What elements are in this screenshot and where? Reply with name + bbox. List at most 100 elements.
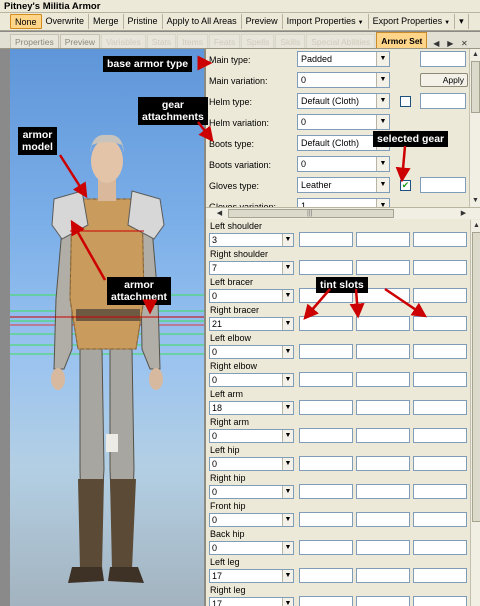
attachment-select[interactable]: 21 ▼	[209, 317, 294, 331]
arrow-up-icon[interactable]: ▲	[470, 49, 480, 60]
tint-slot[interactable]	[299, 232, 353, 247]
tab-properties[interactable]: Properties	[10, 34, 59, 48]
tab-special-abilities[interactable]: Special Abilities	[306, 34, 376, 48]
tint-slot[interactable]	[356, 540, 410, 555]
property-tint-field[interactable]	[420, 51, 466, 67]
tab-armor-set[interactable]: Armor Set	[376, 32, 428, 48]
tab-variables[interactable]: Variables	[100, 34, 146, 48]
attachment-select[interactable]: 17 ▼	[209, 597, 294, 606]
tint-slot[interactable]	[356, 512, 410, 527]
chevron-down-icon[interactable]: ▼	[282, 486, 293, 498]
checkmark-icon[interactable]: ✔	[400, 180, 411, 191]
tint-slot[interactable]	[299, 568, 353, 583]
scroll-thumb[interactable]	[472, 232, 480, 522]
tint-slot[interactable]	[299, 428, 353, 443]
chevron-down-icon[interactable]: ▼	[282, 234, 293, 246]
tint-slot[interactable]	[413, 568, 467, 583]
scroll-thumb[interactable]	[471, 61, 480, 113]
tint-slot[interactable]	[356, 456, 410, 471]
tint-slot[interactable]	[356, 484, 410, 499]
tint-slot[interactable]	[413, 428, 467, 443]
attachment-select[interactable]: 0 ▼	[209, 429, 294, 443]
toolbar-import-properties-button[interactable]: Import Properties ▼	[283, 14, 369, 29]
tint-slot[interactable]	[299, 316, 353, 331]
tab-preview[interactable]: Preview	[59, 34, 100, 48]
tint-slot[interactable]	[413, 260, 467, 275]
chevron-down-icon[interactable]: ▼	[282, 402, 293, 414]
tint-slot[interactable]	[356, 316, 410, 331]
attachment-select[interactable]: 0 ▼	[209, 513, 294, 527]
tint-slot[interactable]	[413, 456, 467, 471]
tint-slot[interactable]	[356, 260, 410, 275]
tint-slot[interactable]	[299, 260, 353, 275]
attachment-select[interactable]: 18 ▼	[209, 401, 294, 415]
tint-slot[interactable]	[299, 596, 353, 606]
attachment-select[interactable]: 0 ▼	[209, 485, 294, 499]
tab-items[interactable]: Items	[177, 34, 208, 48]
tint-slot[interactable]	[413, 400, 467, 415]
chevron-down-icon[interactable]: ▼	[282, 458, 293, 470]
tint-slot[interactable]	[413, 288, 467, 303]
property-select[interactable]: 0 ▼	[297, 156, 390, 172]
tint-slot[interactable]	[413, 484, 467, 499]
tint-slot[interactable]	[356, 400, 410, 415]
chevron-down-icon[interactable]: ▼	[282, 598, 293, 606]
property-select[interactable]: 0 ▼	[297, 114, 390, 130]
properties-scrollbar[interactable]: ▲ ▼	[469, 49, 480, 207]
chevron-down-icon[interactable]: ▼	[282, 514, 293, 526]
tab-scroll-left-icon[interactable]: ◀	[430, 39, 442, 48]
property-tint-field[interactable]	[420, 93, 466, 109]
attachment-select[interactable]: 0 ▼	[209, 457, 294, 471]
tint-slot[interactable]	[299, 512, 353, 527]
chevron-down-icon[interactable]: ▼	[282, 374, 293, 386]
chevron-down-icon[interactable]: ▼	[282, 346, 293, 358]
chevron-down-icon[interactable]: ▼	[376, 73, 389, 87]
tint-slot[interactable]	[356, 344, 410, 359]
tint-slot[interactable]	[356, 232, 410, 247]
attachment-select[interactable]: 3 ▼	[209, 233, 294, 247]
chevron-down-icon[interactable]: ▼	[376, 115, 389, 129]
property-tint-field[interactable]	[420, 177, 466, 193]
tint-slot[interactable]	[356, 568, 410, 583]
attachment-select[interactable]: 0 ▼	[209, 541, 294, 555]
chevron-down-icon[interactable]: ▼	[282, 430, 293, 442]
toolbar-pristine-button[interactable]: Pristine	[124, 14, 163, 29]
tint-slot[interactable]	[413, 232, 467, 247]
tint-slot[interactable]	[413, 316, 467, 331]
toolbar-none-button[interactable]: None	[10, 14, 42, 29]
tint-slot[interactable]	[356, 428, 410, 443]
tint-slot[interactable]	[299, 484, 353, 499]
chevron-down-icon[interactable]: ▼	[282, 290, 293, 302]
tint-slot[interactable]	[299, 372, 353, 387]
chevron-down-icon[interactable]: ▼	[376, 178, 389, 192]
tint-slot[interactable]	[299, 400, 353, 415]
attachment-select[interactable]: 7 ▼	[209, 261, 294, 275]
tab-skills[interactable]: Skills	[275, 34, 306, 48]
chevron-down-icon[interactable]: ▼	[376, 157, 389, 171]
chevron-down-icon[interactable]: ▼	[376, 52, 389, 66]
tint-slot[interactable]	[356, 596, 410, 606]
tint-slot[interactable]	[413, 540, 467, 555]
property-select[interactable]: 0 ▼	[297, 72, 390, 88]
tab-spells[interactable]: Spells	[241, 34, 275, 48]
tab-feats[interactable]: Feats	[208, 34, 241, 48]
tint-slot[interactable]	[413, 372, 467, 387]
horizontal-scrollbar[interactable]: ◀ ||| ▶	[206, 207, 480, 219]
property-select[interactable]: Default (Cloth) ▼	[297, 93, 390, 109]
arrow-left-icon[interactable]: ◀	[214, 208, 225, 219]
toolbar-apply-to-all-areas-button[interactable]: Apply to All Areas	[163, 14, 242, 29]
close-icon[interactable]: ✕	[458, 39, 470, 48]
tint-slot[interactable]	[413, 512, 467, 527]
attachment-scrollbar[interactable]: ▲	[470, 220, 480, 606]
tab-stats[interactable]: Stats	[146, 34, 177, 48]
property-select[interactable]: Leather ▼	[297, 177, 390, 193]
checkbox[interactable]	[400, 96, 411, 107]
property-select[interactable]: Padded ▼	[297, 51, 390, 67]
attachment-select[interactable]: 17 ▼	[209, 569, 294, 583]
tint-slot[interactable]	[299, 456, 353, 471]
chevron-down-icon[interactable]: ▼	[282, 262, 293, 274]
attachment-select[interactable]: 0 ▼	[209, 289, 294, 303]
arrow-down-icon[interactable]: ▼	[470, 195, 480, 206]
attachment-select[interactable]: 0 ▼	[209, 345, 294, 359]
tab-scroll-right-icon[interactable]: ▶	[444, 39, 456, 48]
